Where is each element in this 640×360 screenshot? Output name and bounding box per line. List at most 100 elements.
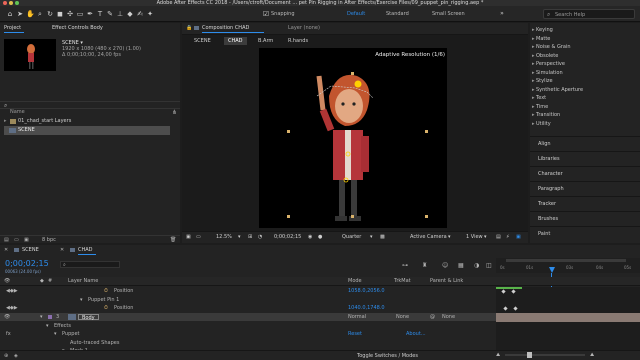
- expand-arrow-icon[interactable]: ▸: [532, 112, 535, 118]
- layer-handle[interactable]: [287, 215, 290, 218]
- trkmat-header[interactable]: TrkMat: [394, 277, 411, 285]
- close-window-button[interactable]: [3, 1, 7, 5]
- layer-switches-icon[interactable]: ⊕: [4, 353, 8, 359]
- name-column-header[interactable]: Name: [10, 109, 25, 115]
- trash-icon[interactable]: 🗑: [170, 237, 176, 243]
- chevron-down-icon[interactable]: ▾: [448, 234, 451, 240]
- effects-category-item[interactable]: ▸ Obsolete: [530, 53, 640, 61]
- paragraph-panel[interactable]: Paragraph: [530, 181, 640, 196]
- breadcrumb-chad[interactable]: CHAD: [224, 37, 247, 45]
- zoom-in-icon[interactable]: ⛰: [590, 352, 594, 358]
- mask-visibility-icon[interactable]: ◔: [258, 234, 262, 240]
- expand-arrow-icon[interactable]: ▸: [532, 104, 535, 110]
- show-channel-icon[interactable]: ●: [318, 234, 322, 240]
- layer-name[interactable]: Body: [78, 314, 99, 321]
- close-icon[interactable]: ✕: [60, 247, 64, 253]
- effects-category-item[interactable]: ▸ Synthetic Aperture: [530, 87, 640, 95]
- breadcrumb-barm[interactable]: B.Arm: [258, 38, 273, 44]
- bpc-label[interactable]: 8 bpc: [42, 237, 56, 243]
- comp-flowchart-icon[interactable]: ⊶: [402, 262, 408, 269]
- layer-handle[interactable]: [351, 215, 354, 218]
- label-color-chip[interactable]: [48, 315, 52, 319]
- snapshot-camera-icon[interactable]: ◉: [308, 234, 312, 240]
- breadcrumb-rhands[interactable]: R.hands: [288, 38, 308, 44]
- flowchart-icon[interactable]: ⋔: [172, 109, 177, 116]
- effects-category-item[interactable]: ▸ Utility: [530, 121, 640, 129]
- transfer-controls-icon[interactable]: ◈: [14, 353, 18, 359]
- puppet-pin-tool-icon[interactable]: ✦: [146, 10, 154, 18]
- toggle-switches-modes-button[interactable]: Toggle Switches / Modes: [357, 353, 418, 359]
- quality-dropdown[interactable]: Quarter: [342, 234, 361, 240]
- toggle-layout-icon[interactable]: ▤: [496, 234, 501, 240]
- roto-brush-tool-icon[interactable]: ✍: [136, 10, 144, 18]
- eye-icon[interactable]: 👁: [4, 313, 10, 321]
- zoom-tool-icon[interactable]: ⌕: [36, 10, 44, 18]
- effects-category-item[interactable]: ▸ Noise & Grain: [530, 44, 640, 52]
- timeline-search-field[interactable]: ⌕: [60, 261, 120, 268]
- effect-toggle-icon[interactable]: fx: [6, 330, 11, 338]
- layer-handle[interactable]: [287, 130, 290, 133]
- expand-arrow-icon[interactable]: ▸: [532, 53, 535, 59]
- chevron-down-icon[interactable]: ▾: [484, 234, 487, 240]
- mode-dropdown[interactable]: Normal: [348, 313, 366, 321]
- selection-tool-icon[interactable]: ➤: [16, 10, 24, 18]
- new-comp-icon[interactable]: ▣: [24, 237, 29, 243]
- expand-arrow-icon[interactable]: ▸: [532, 61, 535, 67]
- layer-handle[interactable]: [425, 130, 428, 133]
- layer-duration-bar[interactable]: [496, 313, 640, 322]
- effects-category-item[interactable]: ▸ Time: [530, 104, 640, 112]
- expand-arrow-icon[interactable]: ▸: [532, 78, 535, 84]
- new-folder-icon[interactable]: ▭: [14, 237, 19, 243]
- clone-stamp-tool-icon[interactable]: ⊥: [116, 10, 124, 18]
- resolution-grid-icon[interactable]: ⊞: [248, 234, 252, 240]
- expand-arrow-icon[interactable]: ▾: [80, 296, 83, 304]
- fast-preview-icon[interactable]: ⚡: [506, 234, 510, 240]
- eye-icon[interactable]: 👁: [4, 277, 10, 285]
- parent-link-header[interactable]: Parent & Link: [430, 277, 463, 285]
- expand-arrow-icon[interactable]: ▾: [46, 322, 49, 330]
- keyframe-nav-icon[interactable]: ◀◆▶: [6, 287, 18, 295]
- motion-blur-icon[interactable]: ◑: [474, 262, 479, 269]
- zoom-level-dropdown[interactable]: 12.5%: [216, 234, 232, 240]
- hand-tool-icon[interactable]: ✋: [26, 10, 35, 18]
- draft-3d-icon[interactable]: ♜: [422, 262, 427, 269]
- expand-arrow-icon[interactable]: ▾: [54, 330, 57, 338]
- roi-icon[interactable]: ▭: [196, 234, 201, 240]
- minimize-window-button[interactable]: [9, 1, 13, 5]
- workspace-small-screen[interactable]: Small Screen: [432, 11, 465, 17]
- tab-effect-controls[interactable]: Effect Controls Body: [52, 25, 103, 31]
- layer-name-header[interactable]: Layer Name: [68, 277, 98, 285]
- tab-layer[interactable]: Layer (none): [288, 25, 320, 31]
- keyframe[interactable]: [501, 289, 506, 294]
- trkmat-dropdown[interactable]: None: [396, 313, 409, 321]
- tracker-panel[interactable]: Tracker: [530, 196, 640, 211]
- zoom-slider[interactable]: [505, 352, 585, 358]
- views-dropdown[interactable]: 1 View: [466, 234, 483, 240]
- chevron-down-icon[interactable]: ▾: [238, 234, 241, 240]
- tab-chad[interactable]: CHAD: [78, 247, 93, 253]
- workspace-default[interactable]: Default: [347, 11, 365, 17]
- text-tool-icon[interactable]: T: [96, 10, 104, 18]
- expand-arrow-icon[interactable]: ▸: [532, 27, 535, 33]
- project-item-folder[interactable]: ▸ 01_chad_start Layers: [0, 117, 180, 126]
- paint-panel[interactable]: Paint: [530, 226, 640, 241]
- workspace-standard[interactable]: Standard: [386, 11, 409, 17]
- effects-category-item[interactable]: ▸ Transition: [530, 112, 640, 120]
- layer-handle[interactable]: [425, 215, 428, 218]
- home-icon[interactable]: ⌂: [6, 10, 14, 18]
- parent-dropdown[interactable]: None: [442, 313, 455, 321]
- transparency-grid-icon[interactable]: ▩: [380, 234, 385, 240]
- search-help-field[interactable]: ⌕ Search Help: [543, 9, 635, 19]
- chevron-down-icon[interactable]: ▾: [370, 234, 373, 240]
- work-area-bar[interactable]: [506, 259, 626, 262]
- tab-project[interactable]: Project: [4, 25, 21, 31]
- pen-tool-icon[interactable]: ✒: [86, 10, 94, 18]
- timeline-link-icon[interactable]: ▣: [516, 234, 521, 240]
- mask-tool-icon[interactable]: ▭: [76, 10, 84, 18]
- breadcrumb-scene[interactable]: SCENE: [194, 38, 211, 44]
- expand-arrow-icon[interactable]: ▾: [40, 313, 43, 321]
- timeline-timecode[interactable]: 0;00;02;15: [5, 259, 49, 268]
- effects-category-item[interactable]: ▸ Simulation: [530, 70, 640, 78]
- expand-arrow-icon[interactable]: ▸: [532, 70, 535, 76]
- eraser-tool-icon[interactable]: ◆: [126, 10, 134, 18]
